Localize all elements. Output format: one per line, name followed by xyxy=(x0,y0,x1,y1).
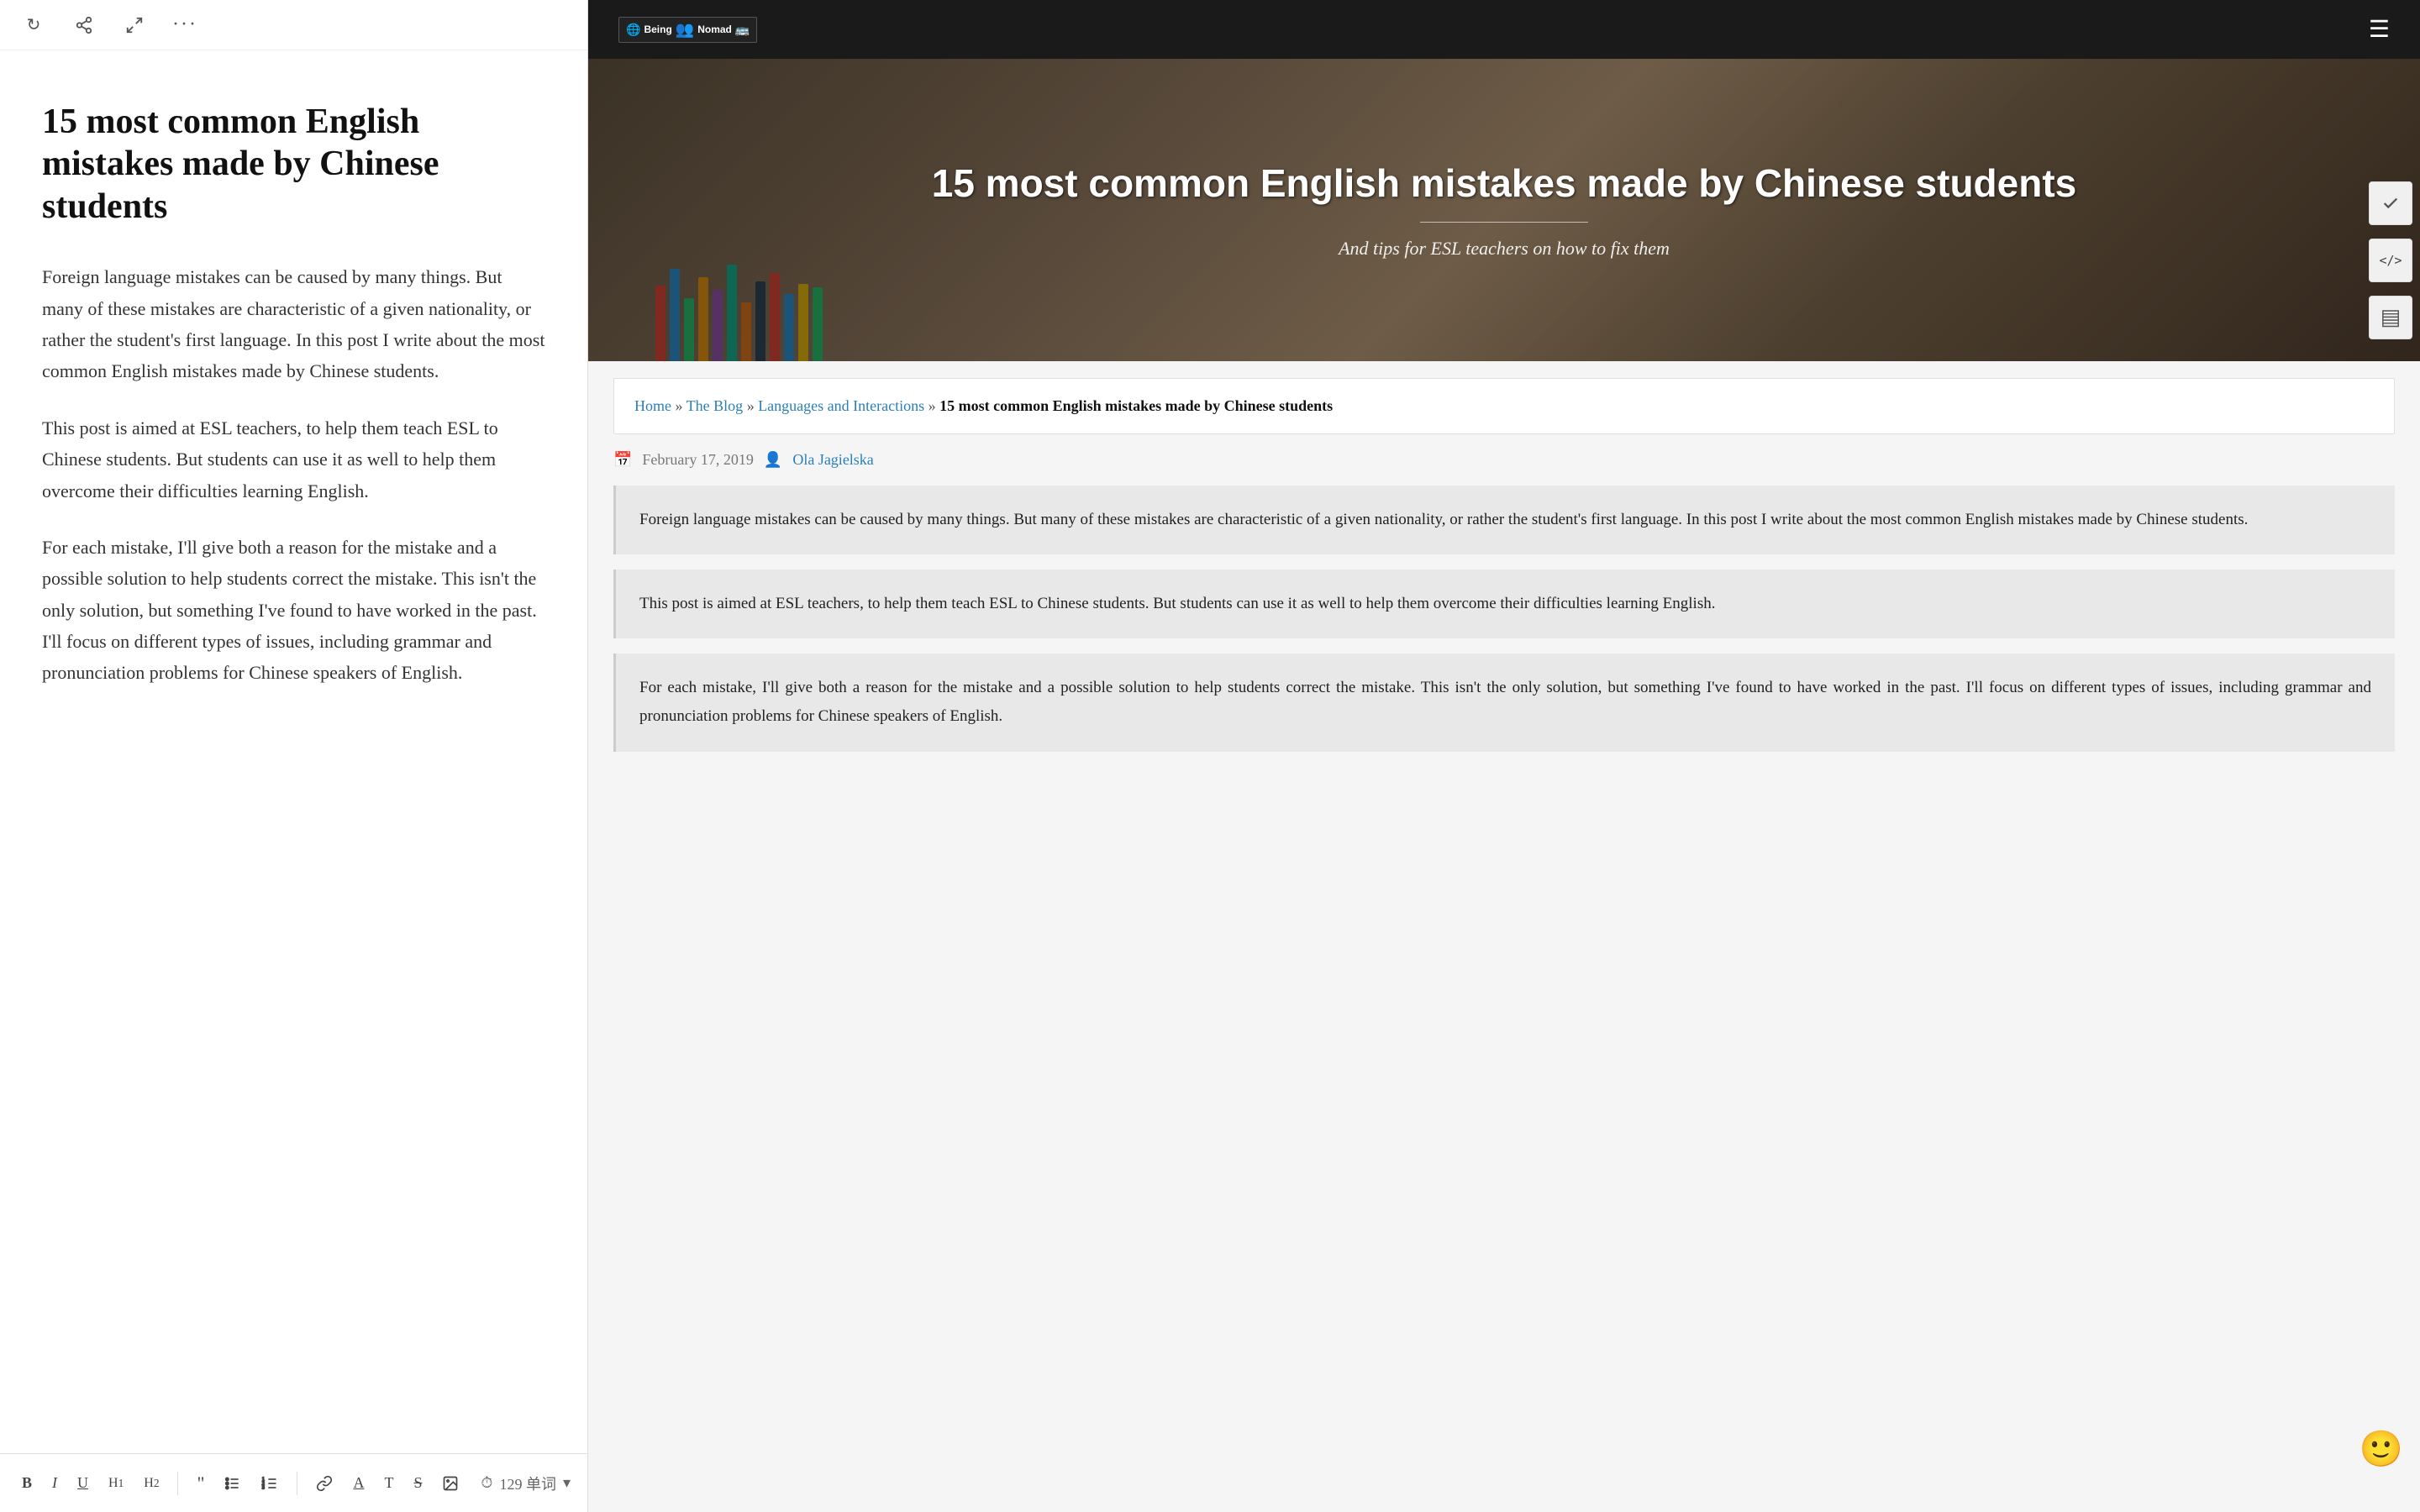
breadcrumb-blog[interactable]: The Blog xyxy=(687,397,744,414)
text-button[interactable]: T xyxy=(379,1471,398,1495)
hero-divider xyxy=(1420,222,1588,223)
breadcrumb-sep-2: » xyxy=(747,397,759,414)
underline-button[interactable]: U xyxy=(72,1471,93,1495)
breadcrumb-current: 15 most common English mistakes made by … xyxy=(939,397,1333,414)
link-button[interactable] xyxy=(311,1472,338,1495)
right-panel: 🌐 Being 👥 Nomad 🚌 ☰ xyxy=(588,0,2420,1512)
list-ol-button[interactable]: 1 2 3 xyxy=(256,1472,283,1495)
paragraph-3: For each mistake, I'll give both a reaso… xyxy=(42,532,545,689)
breadcrumb-sep-1: » xyxy=(676,397,687,414)
breadcrumb-home[interactable]: Home xyxy=(634,397,671,414)
stack-button[interactable]: ▤ xyxy=(2369,296,2412,339)
check-button[interactable] xyxy=(2369,181,2412,225)
paragraph-2: This post is aimed at ESL teachers, to h… xyxy=(42,412,545,507)
breadcrumb: Home » The Blog » Languages and Interact… xyxy=(613,378,2395,434)
site-logo: 🌐 Being 👥 Nomad 🚌 xyxy=(618,17,757,43)
svg-text:3: 3 xyxy=(262,1485,265,1490)
article-paragraph-2: This post is aimed at ESL teachers, to h… xyxy=(613,570,2395,638)
more-icon[interactable]: ··· xyxy=(171,12,198,39)
italic-button[interactable]: I xyxy=(47,1471,62,1495)
breadcrumb-category[interactable]: Languages and Interactions xyxy=(758,397,924,414)
left-content: 15 most common English mistakes made by … xyxy=(0,50,587,1512)
author-icon: 👤 xyxy=(764,451,782,469)
image-button[interactable] xyxy=(437,1472,464,1495)
site-header: 🌐 Being 👥 Nomad 🚌 ☰ xyxy=(588,0,2420,59)
underline-text-button[interactable]: A xyxy=(348,1471,369,1495)
paragraph-1: Foreign language mistakes can be caused … xyxy=(42,261,545,387)
right-sidebar: </> ▤ xyxy=(2361,168,2420,353)
word-count: ⏱ 129 单词 ▾ xyxy=(481,1473,571,1494)
article-author[interactable]: Ola Jagielska xyxy=(792,451,873,469)
hamburger-button[interactable]: ☰ xyxy=(2369,15,2390,44)
code-button[interactable]: </> xyxy=(2369,239,2412,282)
toolbar-divider xyxy=(177,1472,178,1495)
quote-button[interactable]: " xyxy=(192,1469,209,1498)
article-title: 15 most common English mistakes made by … xyxy=(42,101,545,228)
chevron-icon[interactable]: ▾ xyxy=(563,1474,571,1492)
expand-icon[interactable] xyxy=(121,12,148,39)
strikethrough-button[interactable]: S xyxy=(408,1471,427,1495)
article-date: February 17, 2019 xyxy=(642,451,753,469)
article-paragraph-1: Foreign language mistakes can be caused … xyxy=(613,486,2395,554)
refresh-icon[interactable]: ↻ xyxy=(20,12,47,39)
calendar-icon: 📅 xyxy=(613,451,632,469)
breadcrumb-sep-3: » xyxy=(929,397,940,414)
heading1-button[interactable]: H1 xyxy=(103,1473,129,1494)
hero-content: 15 most common English mistakes made by … xyxy=(932,160,2077,260)
floating-emoji[interactable]: 🙂 xyxy=(2360,1429,2403,1470)
article-paragraph-3: For each mistake, I'll give both a reaso… xyxy=(613,654,2395,751)
word-count-text: 129 单词 xyxy=(499,1473,556,1494)
article-meta: 📅 February 17, 2019 👤 Ola Jagielska xyxy=(613,451,2395,469)
clock-icon: ⏱ xyxy=(481,1474,492,1492)
heading2-button[interactable]: H2 xyxy=(139,1473,164,1494)
logo-box: 🌐 Being 👥 Nomad 🚌 xyxy=(618,17,757,43)
bottom-toolbar: B I U H1 H2 " 1 2 3 A xyxy=(0,1453,587,1512)
article-body: Foreign language mistakes can be caused … xyxy=(42,261,545,689)
hero-title: 15 most common English mistakes made by … xyxy=(932,160,2077,207)
list-ul-button[interactable] xyxy=(219,1472,246,1495)
share-icon[interactable] xyxy=(71,12,97,39)
article-area: 📅 February 17, 2019 👤 Ola Jagielska Fore… xyxy=(613,451,2395,767)
bold-button[interactable]: B xyxy=(17,1471,37,1495)
hero-section: 15 most common English mistakes made by … xyxy=(588,59,2420,361)
left-panel: ↻ ··· 15 most common English mistakes ma… xyxy=(0,0,588,1512)
hero-subtitle: And tips for ESL teachers on how to fix … xyxy=(932,238,2077,260)
left-toolbar: ↻ ··· xyxy=(0,0,587,50)
